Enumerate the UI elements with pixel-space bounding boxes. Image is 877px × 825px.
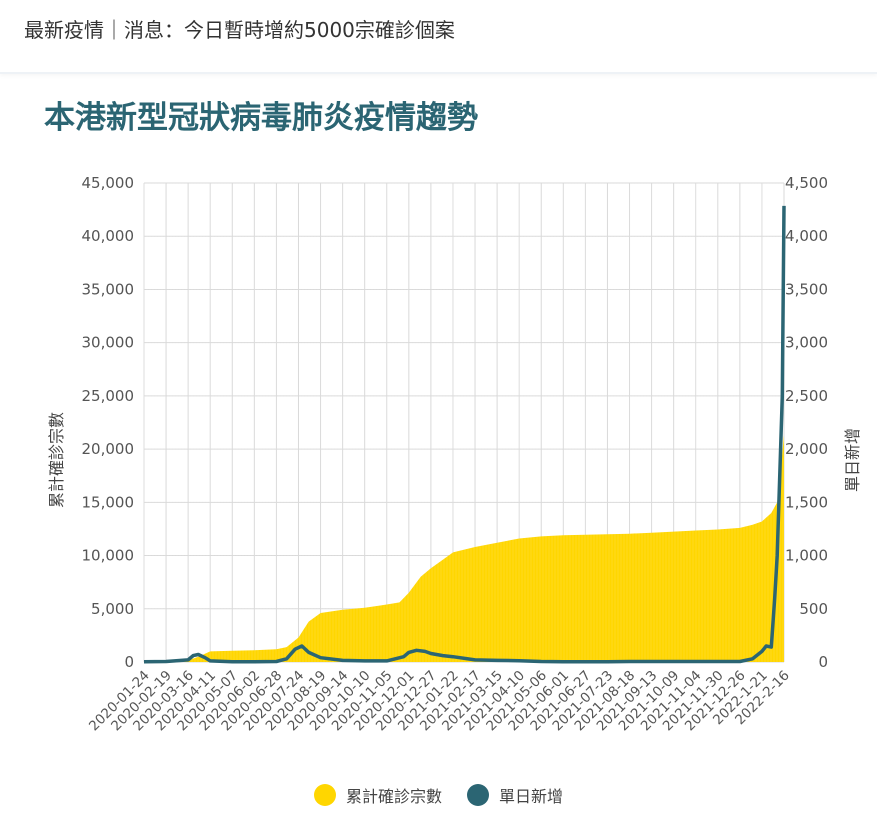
y-left-tick-label: 15,000 [82, 493, 135, 511]
y-right-tick-label: 3,000 [785, 334, 828, 352]
legend-item-daily[interactable]: 單日新增 [467, 783, 563, 807]
legend-swatch-daily [467, 784, 490, 806]
y-left-tick-label: 30,000 [82, 334, 135, 352]
legend-label-daily: 單日新增 [499, 787, 564, 806]
y-left-tick-label: 25,000 [82, 387, 135, 405]
y-right-tick-label: 2,000 [785, 440, 828, 458]
y-right-tick-label: 1,000 [785, 547, 828, 565]
y-left-tick-label: 10,000 [82, 547, 135, 565]
y-right-tick-label: 3,500 [785, 280, 828, 298]
y-right-tick-label: 500 [799, 600, 828, 618]
trend-chart: 0 5,000 10,000 15,000 20,000 25,000 30,000 35,0… [47, 174, 862, 734]
y-right-tick-label: 0 [818, 653, 828, 671]
y-left-tick-label: 40,000 [82, 227, 135, 245]
y-right-tick-label: 1,500 [785, 493, 828, 511]
y-left-tick-label: 45,000 [82, 174, 135, 192]
legend-item-cumulative[interactable]: 累計確診宗數 [313, 783, 442, 807]
y-left-tick-label: 20,000 [82, 440, 135, 458]
y-left-tick-label: 35,000 [82, 280, 135, 298]
legend-label-cumulative: 累計確診宗數 [345, 787, 442, 806]
cumulative-area-layer [143, 183, 784, 662]
y-right-tick-label: 4,000 [785, 227, 828, 245]
y-left-axis-title: 累計確診宗數 [47, 412, 66, 508]
y-left-tick-label: 0 [124, 653, 134, 671]
y-right-axis-title: 單日新增 [843, 428, 862, 492]
y-right-tick-label: 2,500 [785, 387, 828, 405]
chart-legend: 累計確診宗數 單日新增 [0, 783, 877, 810]
legend-swatch-cumulative [313, 784, 336, 806]
y-right-tick-label: 4,500 [785, 174, 828, 192]
y-left-tick-label: 5,000 [91, 600, 134, 618]
